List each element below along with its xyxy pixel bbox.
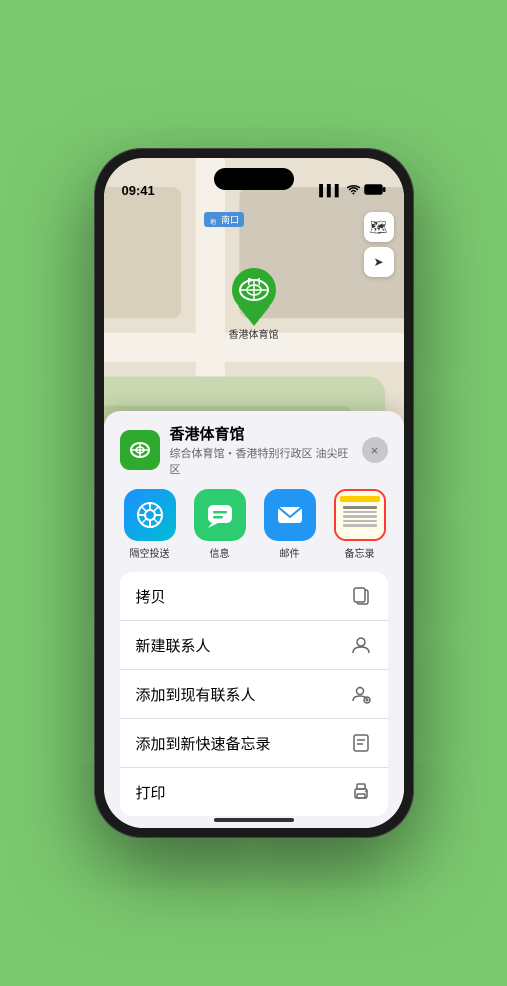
wifi-icon [347, 185, 360, 198]
venue-name: 香港体育馆 [170, 423, 352, 444]
action-copy[interactable]: 拷贝 [120, 572, 388, 621]
quick-note-label: 添加到新快速备忘录 [136, 733, 271, 754]
share-item-notes[interactable]: 备忘录 [330, 489, 388, 560]
svg-text:地: 地 [210, 218, 216, 225]
map-label: 地 南口 [204, 212, 245, 227]
pin-label: 香港体育馆 [229, 326, 279, 341]
status-time: 09:41 [122, 183, 155, 198]
mail-label: 邮件 [280, 545, 300, 560]
new-contact-icon [350, 634, 372, 656]
messages-label: 信息 [210, 545, 230, 560]
add-existing-icon [350, 683, 372, 705]
map-controls[interactable]: 🗺 ➤ [364, 212, 394, 281]
add-existing-label: 添加到现有联系人 [136, 684, 256, 705]
airdrop-icon [124, 489, 176, 541]
share-row: 隔空投送 信息 [120, 489, 388, 560]
status-icons: ▌▌▌ [319, 184, 385, 198]
mail-icon [264, 489, 316, 541]
venue-icon [120, 430, 160, 470]
bottom-sheet: 香港体育馆 综合体育馆・香港特别行政区 油尖旺区 × [104, 411, 404, 828]
new-contact-label: 新建联系人 [136, 635, 211, 656]
battery-icon [364, 184, 386, 198]
venue-info: 香港体育馆 综合体育馆・香港特别行政区 油尖旺区 [170, 423, 352, 477]
map-view-toggle[interactable]: 🗺 [364, 212, 394, 242]
messages-icon [194, 489, 246, 541]
share-item-messages[interactable]: 信息 [190, 489, 250, 560]
location-button[interactable]: ➤ [364, 247, 394, 277]
notes-line-2 [343, 511, 377, 514]
stadium-pin[interactable]: 香港体育馆 [228, 268, 280, 341]
notes-label: 备忘录 [345, 545, 375, 560]
close-button[interactable]: × [362, 437, 388, 463]
print-icon [350, 781, 372, 803]
phone-screen: 09:41 ▌▌▌ [104, 158, 404, 828]
notes-line-3 [343, 515, 377, 518]
share-item-mail[interactable]: 邮件 [260, 489, 320, 560]
phone-frame: 09:41 ▌▌▌ [94, 148, 414, 838]
action-list: 拷贝 新建联系人 [120, 572, 388, 816]
map-label-text: 地 南口 [209, 215, 240, 225]
print-label: 打印 [136, 782, 166, 803]
notes-top-bar [340, 496, 380, 502]
airdrop-label: 隔空投送 [130, 545, 170, 560]
signal-icon: ▌▌▌ [319, 185, 342, 197]
notes-line-4 [343, 520, 377, 523]
action-print[interactable]: 打印 [120, 768, 388, 816]
notes-line-5 [343, 524, 377, 527]
notes-line-1 [343, 506, 377, 509]
share-item-airdrop[interactable]: 隔空投送 [120, 489, 180, 560]
dynamic-island [214, 168, 294, 190]
action-add-existing-contact[interactable]: 添加到现有联系人 [120, 670, 388, 719]
home-indicator [214, 818, 294, 822]
quick-note-icon [350, 732, 372, 754]
copy-label: 拷贝 [136, 586, 166, 607]
action-new-contact[interactable]: 新建联系人 [120, 621, 388, 670]
venue-desc: 综合体育馆・香港特别行政区 油尖旺区 [170, 445, 352, 477]
notes-icon [334, 489, 386, 541]
sheet-header: 香港体育馆 综合体育馆・香港特别行政区 油尖旺区 × [120, 423, 388, 477]
copy-icon [350, 585, 372, 607]
action-quick-note[interactable]: 添加到新快速备忘录 [120, 719, 388, 768]
